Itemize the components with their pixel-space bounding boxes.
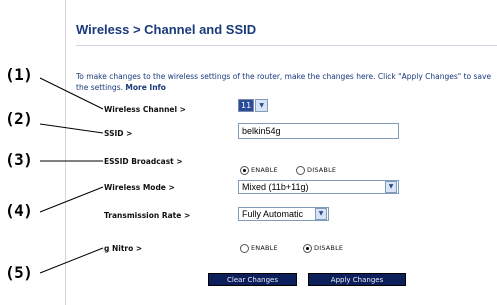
- wireless-mode-select[interactable]: Mixed (11b+11g) ▼: [238, 180, 399, 194]
- essid-broadcast-label: ESSID Broadcast >: [104, 157, 183, 166]
- ssid-label: SSID >: [104, 129, 133, 138]
- ssid-input[interactable]: belkin54g: [238, 123, 399, 139]
- page-title: Wireless > Channel and SSID: [76, 22, 257, 37]
- essid-enable-radio[interactable]: [240, 166, 249, 175]
- g-nitro-enable-label: ENABLE: [251, 244, 278, 252]
- intro-text: To make changes to the wireless settings…: [76, 71, 492, 93]
- essid-enable-label: ENABLE: [251, 166, 278, 174]
- wireless-channel-select[interactable]: 11 ▼: [238, 99, 269, 112]
- essid-disable-label: DISABLE: [307, 166, 337, 174]
- g-nitro-label: g Nitro >: [104, 244, 143, 253]
- title-divider: [76, 45, 497, 46]
- chevron-down-icon[interactable]: ▼: [385, 181, 397, 193]
- more-info-link[interactable]: More Info: [125, 83, 166, 92]
- wireless-mode-label: Wireless Mode >: [104, 183, 175, 192]
- callout-3: (3): [5, 150, 33, 169]
- transmission-rate-label: Transmission Rate >: [104, 211, 191, 220]
- chevron-down-icon[interactable]: ▼: [315, 208, 327, 220]
- callout-5: (5): [5, 263, 33, 282]
- clear-changes-button[interactable]: Clear Changes: [208, 273, 297, 286]
- wireless-mode-value: Mixed (11b+11g): [242, 182, 309, 192]
- g-nitro-enable-radio[interactable]: [240, 244, 249, 253]
- g-nitro-disable-radio[interactable]: [303, 244, 312, 253]
- wireless-channel-value: 11: [238, 99, 255, 112]
- chevron-down-icon[interactable]: ▼: [255, 99, 269, 112]
- essid-disable-radio[interactable]: [296, 166, 305, 175]
- callout-4: (4): [5, 201, 33, 220]
- wireless-channel-label: Wireless Channel >: [104, 105, 186, 114]
- transmission-rate-value: Fully Automatic: [242, 209, 304, 219]
- callout-1: (1): [5, 65, 33, 84]
- callout-2: (2): [5, 109, 33, 128]
- apply-changes-button[interactable]: Apply Changes: [308, 273, 406, 286]
- transmission-rate-select[interactable]: Fully Automatic ▼: [238, 207, 329, 221]
- g-nitro-disable-label: DISABLE: [314, 244, 344, 252]
